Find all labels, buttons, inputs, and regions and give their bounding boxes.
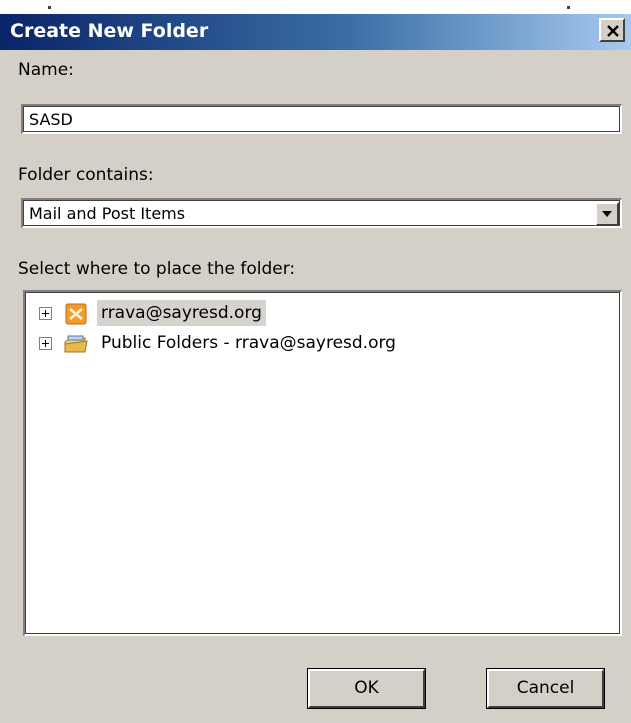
folder-tree[interactable]: rrava@sayresd.org Public Folders - rrava… (23, 290, 622, 636)
tree-item-label: Public Folders - rrava@sayresd.org (101, 333, 396, 353)
title-bar[interactable]: Create New Folder (0, 14, 631, 50)
dropdown-button[interactable] (595, 202, 619, 226)
placement-label: Select where to place the folder: (18, 259, 296, 279)
window-top-strip (0, 0, 631, 14)
window-title: Create New Folder (10, 20, 209, 42)
strip-mark (48, 6, 51, 9)
name-input-value: SASD (29, 110, 73, 129)
close-button[interactable] (599, 18, 625, 42)
name-input[interactable]: SASD (21, 104, 622, 134)
folder-contains-value: Mail and Post Items (29, 204, 186, 223)
create-new-folder-dialog: Create New Folder Name: SASD Folder cont… (0, 0, 631, 723)
cancel-button[interactable]: Cancel (486, 668, 605, 709)
folder-contains-label: Folder contains: (18, 165, 154, 185)
exchange-mailbox-icon (65, 303, 87, 325)
ok-button[interactable]: OK (307, 668, 426, 709)
name-label: Name: (18, 60, 74, 80)
chevron-down-icon (602, 211, 612, 217)
close-icon (607, 25, 619, 37)
folder-contains-select[interactable]: Mail and Post Items (21, 198, 622, 228)
public-folders-icon (64, 335, 88, 353)
expand-icon[interactable] (39, 307, 52, 320)
tree-item-label: rrava@sayresd.org (97, 300, 266, 326)
expand-icon[interactable] (39, 337, 52, 350)
strip-mark (567, 6, 570, 9)
